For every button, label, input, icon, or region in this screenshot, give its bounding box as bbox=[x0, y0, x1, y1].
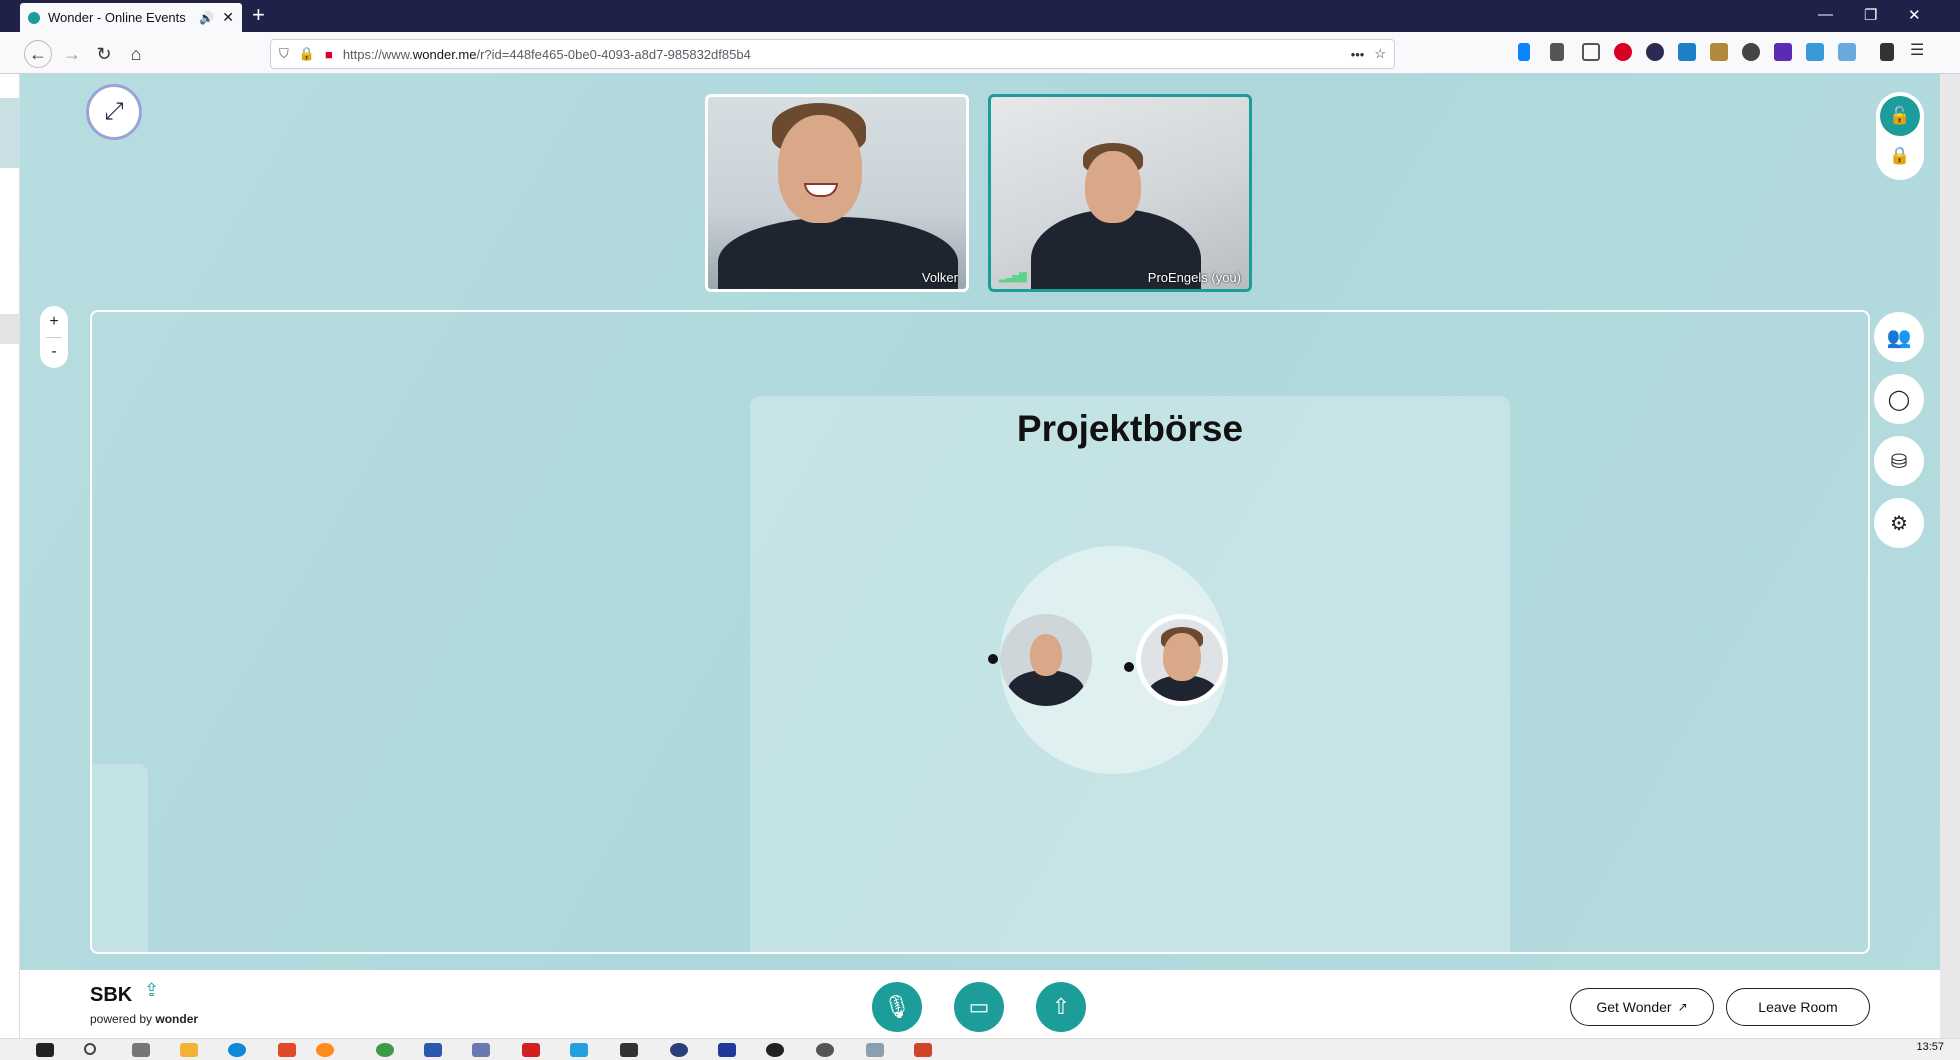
task-view-icon[interactable] bbox=[132, 1043, 150, 1057]
share-icon[interactable]: ⇪ bbox=[144, 980, 159, 1001]
firefox-icon[interactable] bbox=[316, 1043, 334, 1057]
extension-icon[interactable] bbox=[1646, 43, 1664, 61]
reload-icon[interactable]: ↻ bbox=[90, 40, 118, 68]
status-dot bbox=[1124, 662, 1134, 672]
window-edge-block bbox=[0, 98, 20, 168]
bottom-bar: SBK ⇪ powered by wonder 🎙 ▭ ⇧ Get Wonder… bbox=[20, 970, 1940, 1038]
lock-icon[interactable]: 🔒 bbox=[1880, 136, 1920, 176]
left-window-strip bbox=[0, 74, 20, 1038]
get-wonder-label: Get Wonder bbox=[1596, 999, 1672, 1015]
download-icon[interactable] bbox=[1518, 43, 1530, 61]
conversation-circle[interactable] bbox=[988, 546, 1228, 774]
wonder-app: ⤢ Volker ▂▃▅▇ ProEngels (you) 🔓 🔒 👥 ◯ ⛁ … bbox=[20, 74, 1940, 970]
extension-icon[interactable] bbox=[1838, 43, 1856, 61]
restore-button[interactable]: ❐ bbox=[1864, 6, 1877, 24]
vscode-icon[interactable] bbox=[570, 1043, 588, 1057]
app-icon[interactable] bbox=[670, 1043, 688, 1057]
app-icon[interactable] bbox=[424, 1043, 442, 1057]
tab-title: Wonder - Online Events bbox=[48, 10, 186, 25]
participant-name: ProEngels (you) bbox=[1147, 270, 1241, 285]
extension-icon[interactable] bbox=[1774, 43, 1792, 61]
menu-icon[interactable]: ☰ bbox=[1910, 40, 1928, 59]
browser-tab-bar: Wonder - Online Events 🔊 ✕ + — ❐ ✕ bbox=[0, 0, 1960, 32]
home-icon[interactable]: ⌂ bbox=[122, 40, 150, 68]
app-icon[interactable] bbox=[816, 1043, 834, 1057]
area-title: Projektbörse bbox=[1016, 408, 1244, 449]
lock-padlock-icon[interactable]: 🔒 bbox=[299, 46, 315, 62]
app-icon[interactable] bbox=[718, 1043, 736, 1057]
minimize-button[interactable]: — bbox=[1818, 6, 1833, 23]
clock: 13:57 bbox=[1916, 1041, 1944, 1053]
extension-icon[interactable] bbox=[1710, 43, 1728, 61]
powerpoint-icon[interactable] bbox=[914, 1043, 932, 1057]
acrobat-icon[interactable] bbox=[522, 1043, 540, 1057]
edge-icon[interactable] bbox=[228, 1043, 246, 1057]
app-icon[interactable] bbox=[472, 1043, 490, 1057]
back-icon[interactable]: ← bbox=[24, 40, 52, 68]
url-text[interactable]: https://www.wonder.me/r?id=448fe465-0be0… bbox=[343, 47, 1341, 62]
extension-icon[interactable] bbox=[1742, 43, 1760, 61]
speaker-icon[interactable]: 🔊 bbox=[199, 11, 214, 25]
browser-tab[interactable]: Wonder - Online Events 🔊 ✕ bbox=[20, 3, 242, 32]
window-edge-block bbox=[0, 314, 20, 344]
people-icon[interactable]: 👥 bbox=[1874, 312, 1924, 362]
powered-by: powered by wonder bbox=[90, 1012, 199, 1026]
screen-share-icon[interactable]: ⇧ bbox=[1036, 982, 1086, 1032]
expand-icon[interactable]: ⤢ bbox=[86, 84, 142, 140]
shield-icon[interactable]: ⛉ bbox=[279, 46, 289, 62]
close-window-button[interactable]: ✕ bbox=[1908, 6, 1921, 24]
close-tab-icon[interactable]: ✕ bbox=[222, 9, 234, 26]
video-tile-self[interactable]: ▂▃▅▇ ProEngels (you) bbox=[988, 94, 1252, 292]
windows-start-icon[interactable] bbox=[36, 1043, 54, 1057]
app-icon[interactable] bbox=[866, 1043, 884, 1057]
get-wonder-button[interactable]: Get Wonder ↗ bbox=[1570, 988, 1714, 1026]
zoom-out-button[interactable]: - bbox=[40, 338, 68, 366]
app-icon[interactable] bbox=[278, 1043, 296, 1057]
chrome-icon[interactable] bbox=[376, 1043, 394, 1057]
browser-nav-bar: ← → ↻ ⌂ ⛉ 🔒 ■ https://www.wonder.me/r?id… bbox=[0, 32, 1960, 74]
search-icon[interactable] bbox=[84, 1043, 96, 1055]
avatar-self[interactable] bbox=[1136, 614, 1228, 706]
signal-strength-icon: ▂▃▅▇ bbox=[999, 272, 1027, 283]
video-tile-volker[interactable]: Volker bbox=[705, 94, 969, 292]
sidebar-icon[interactable] bbox=[1582, 43, 1600, 61]
url-bar[interactable]: ⛉ 🔒 ■ https://www.wonder.me/r?id=448fe46… bbox=[270, 39, 1395, 69]
leave-room-button[interactable]: Leave Room bbox=[1726, 988, 1870, 1026]
unlock-icon[interactable]: 🔓 bbox=[1880, 96, 1920, 136]
app-icon[interactable] bbox=[766, 1043, 784, 1057]
floor-plan[interactable]: Projektbörse bbox=[90, 310, 1870, 954]
library-icon[interactable] bbox=[1550, 43, 1564, 61]
bookmark-star-icon[interactable]: ☆ bbox=[1374, 46, 1386, 62]
participant-name: Volker bbox=[921, 270, 958, 285]
extension-icon[interactable] bbox=[1678, 43, 1696, 61]
external-link-icon: ↗ bbox=[1677, 1000, 1688, 1014]
file-explorer-icon[interactable] bbox=[180, 1043, 198, 1057]
extension-icon[interactable] bbox=[1806, 43, 1824, 61]
room-name: SBK bbox=[90, 984, 133, 1006]
floor-area-corner bbox=[92, 764, 148, 952]
page-actions-icon[interactable]: ••• bbox=[1351, 47, 1365, 62]
avatar-volker[interactable] bbox=[1000, 614, 1092, 706]
chat-icon[interactable]: ◯ bbox=[1874, 374, 1924, 424]
camera-icon[interactable]: ▭ bbox=[954, 982, 1004, 1032]
zoom-in-button[interactable]: + bbox=[40, 308, 68, 336]
wonder-favicon bbox=[28, 11, 40, 24]
camera-permission-icon[interactable]: ■ bbox=[325, 47, 333, 62]
adblock-icon[interactable] bbox=[1614, 43, 1632, 61]
os-taskbar: 13:57 bbox=[0, 1038, 1960, 1060]
forward-icon[interactable]: → bbox=[58, 40, 86, 68]
extensions-puzzle-icon[interactable] bbox=[1880, 43, 1894, 61]
new-tab-button[interactable]: + bbox=[252, 2, 265, 28]
microphone-icon[interactable]: 🎙 bbox=[872, 982, 922, 1032]
lock-toggle: 🔓 🔒 bbox=[1876, 92, 1924, 180]
gear-icon[interactable]: ⚙ bbox=[1874, 498, 1924, 548]
area-projektboerse[interactable]: Projektbörse bbox=[750, 396, 1510, 952]
terminal-icon[interactable] bbox=[620, 1043, 638, 1057]
zoom-control: + - bbox=[40, 306, 68, 368]
broadcast-icon[interactable]: ⛁ bbox=[1874, 436, 1924, 486]
status-dot bbox=[988, 654, 998, 664]
